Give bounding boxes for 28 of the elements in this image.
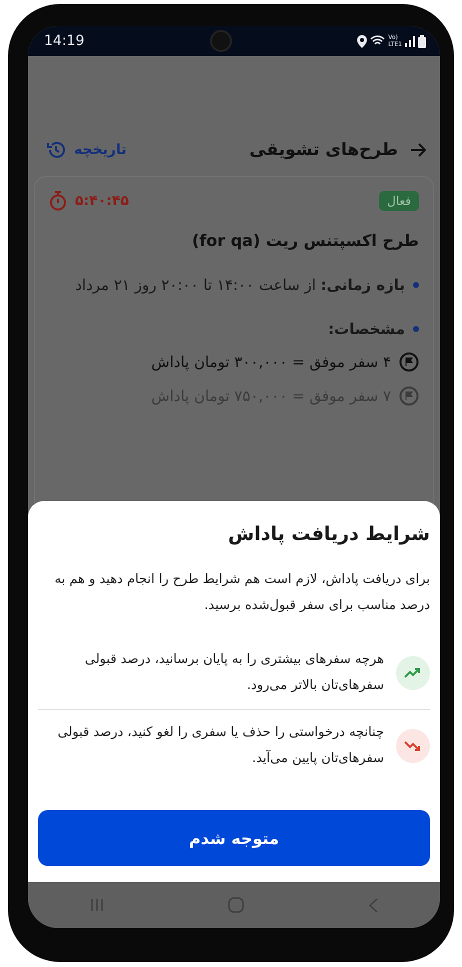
sheet-description: برای دریافت پاداش، لازم است هم شرایط طرح را انجام دهید و هم به درصد مناسب برای سفر قبول‌شده برسید. [54,571,430,615]
recent-apps-icon[interactable] [90,898,104,912]
trend-down-icon [396,729,430,763]
campaign-detail: مشخصات: [328,320,405,338]
tip-text: هرچه سفرهای بیشتری را به پایان برسانید، درصد قبولی سفرهای‌تان بالاتر می‌رود. [84,651,384,695]
page-title: طرح‌های تشویقی [249,140,398,160]
trend-up-icon [396,656,430,690]
campaign-title: طرح اکسپتنس ریت (for qa) [191,231,419,250]
status-time: 14:19 [44,33,84,49]
location-icon [357,34,368,48]
back-icon[interactable] [368,898,378,912]
bullet-icon [413,282,419,288]
tip-text: چنانچه درخواستی را حذف یا سفری را لغو کنید، درصد قبولی سفرهای‌تان پایین می‌آید. [56,724,384,768]
home-icon[interactable] [228,897,244,913]
back-arrow-icon[interactable] [410,143,426,157]
stopwatch-icon [49,191,67,211]
confirm-button[interactable]: متوجه شدم [38,810,430,866]
camera-icon [210,30,232,52]
reward-label: ۴ سفر موفق = ۳۰۰,۰۰۰ تومان پاداش [151,353,391,371]
status-badge: فعال [379,191,419,211]
signal-icon [405,36,415,46]
campaign-detail: بازه زمانی: از ساعت ۱۴:۰۰ تا ۲۰:۰۰ روز ۲۱ مرداد [75,276,405,294]
battery-icon [418,34,426,48]
wifi-icon [370,35,386,47]
sheet-title: شرایط دریافت پاداش [227,523,430,545]
history-clock-icon [46,140,66,160]
bullet-icon [413,326,419,332]
countdown-timer: ۵:۴۰:۴۵ [75,193,129,209]
